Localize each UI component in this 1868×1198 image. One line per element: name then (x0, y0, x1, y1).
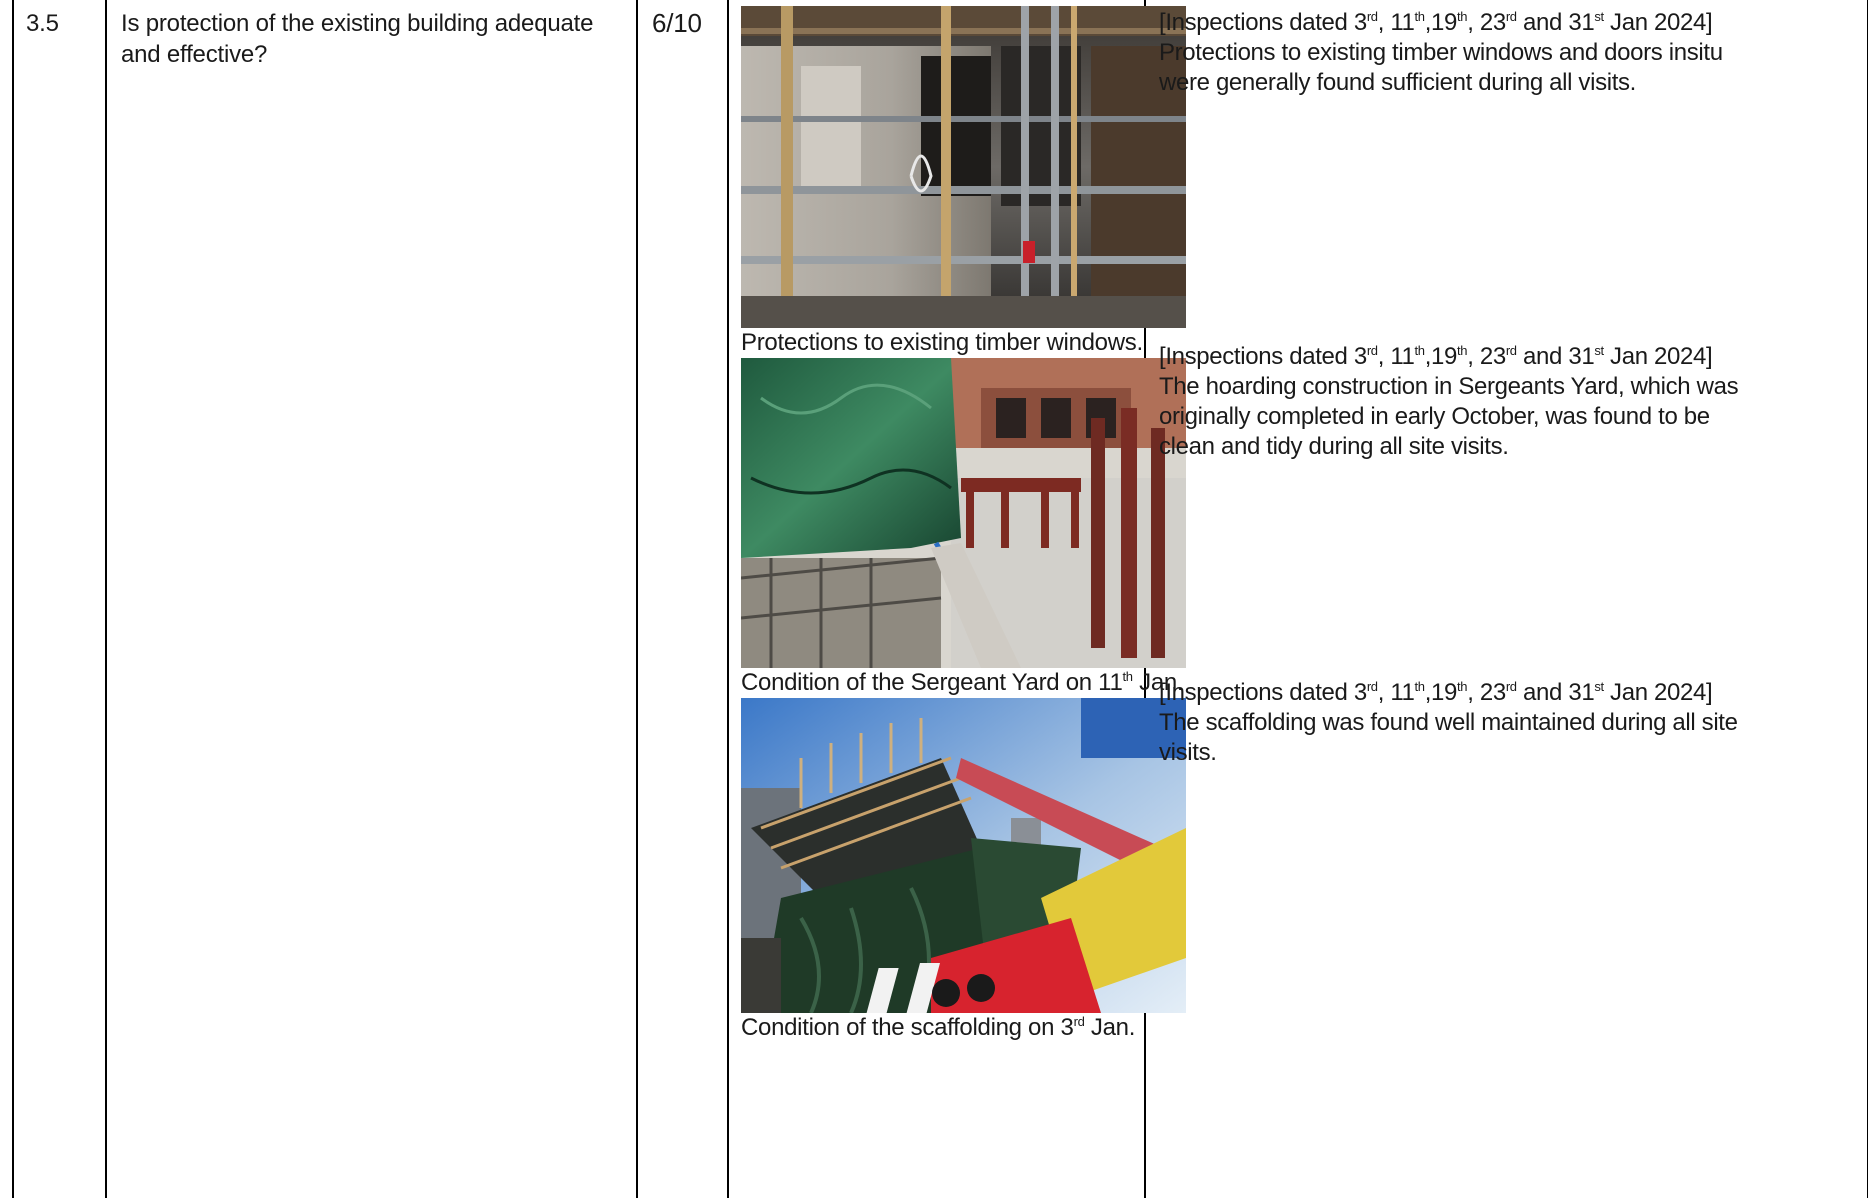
inspection-dates: [Inspections dated 3rd, 11th,19th, 23rd … (1159, 343, 1713, 370)
remark-line: The hoarding construction in Sergeants Y… (1159, 373, 1739, 400)
remark-line: Protections to existing timber windows a… (1159, 39, 1723, 66)
photo-column: Protections to existing timber windows. (727, 0, 1186, 1198)
photo-entry-scaffolding: Condition of the scaffolding on 3rd Jan. (741, 698, 1191, 1043)
score: 6/10 (636, 0, 729, 1198)
photo-entry-timber-windows: Protections to existing timber windows. (741, 6, 1191, 358)
scaffolding-and-timber-window-protection-photo (741, 6, 1186, 328)
remarks-column: [Inspections dated 3rd, 11th,19th, 23rd … (1144, 0, 1868, 1198)
inspection-dates: [Inspections dated 3rd, 11th,19th, 23rd … (1159, 679, 1713, 706)
photo-caption: Protections to existing timber windows. (741, 329, 1143, 356)
sergeants-yard-hoarding-photo (741, 358, 1186, 668)
remark-line: visits. (1159, 739, 1217, 766)
remark-scaffolding: [Inspections dated 3rd, 11th,19th, 23rd … (1159, 678, 1863, 768)
item-number: 3.5 (12, 0, 107, 1198)
remark-line: originally completed in early October, w… (1159, 403, 1710, 430)
scaffolding-crane-photo (741, 698, 1186, 1013)
assessment-table: 3.5 Is protection of the existing buildi… (12, 0, 1868, 1198)
remark-line: The scaffolding was found well maintaine… (1159, 709, 1738, 736)
inspection-dates: [Inspections dated 3rd, 11th,19th, 23rd … (1159, 9, 1713, 36)
photo-caption: Condition of the scaffolding on 3rd Jan. (741, 1014, 1136, 1041)
remark-timber-windows: [Inspections dated 3rd, 11th,19th, 23rd … (1159, 8, 1863, 98)
table-row: 3.5 Is protection of the existing buildi… (12, 0, 1868, 1198)
remark-line: clean and tidy during all site visits. (1159, 433, 1509, 460)
question-text: Is protection of the existing building a… (105, 0, 638, 1198)
photo-entry-sergeants-yard: Condition of the Sergeant Yard on 11th J… (741, 358, 1191, 698)
remark-line: were generally found sufficient during a… (1159, 69, 1636, 96)
photo-caption: Condition of the Sergeant Yard on 11th J… (741, 669, 1184, 696)
remark-sergeants-yard: [Inspections dated 3rd, 11th,19th, 23rd … (1159, 342, 1863, 462)
